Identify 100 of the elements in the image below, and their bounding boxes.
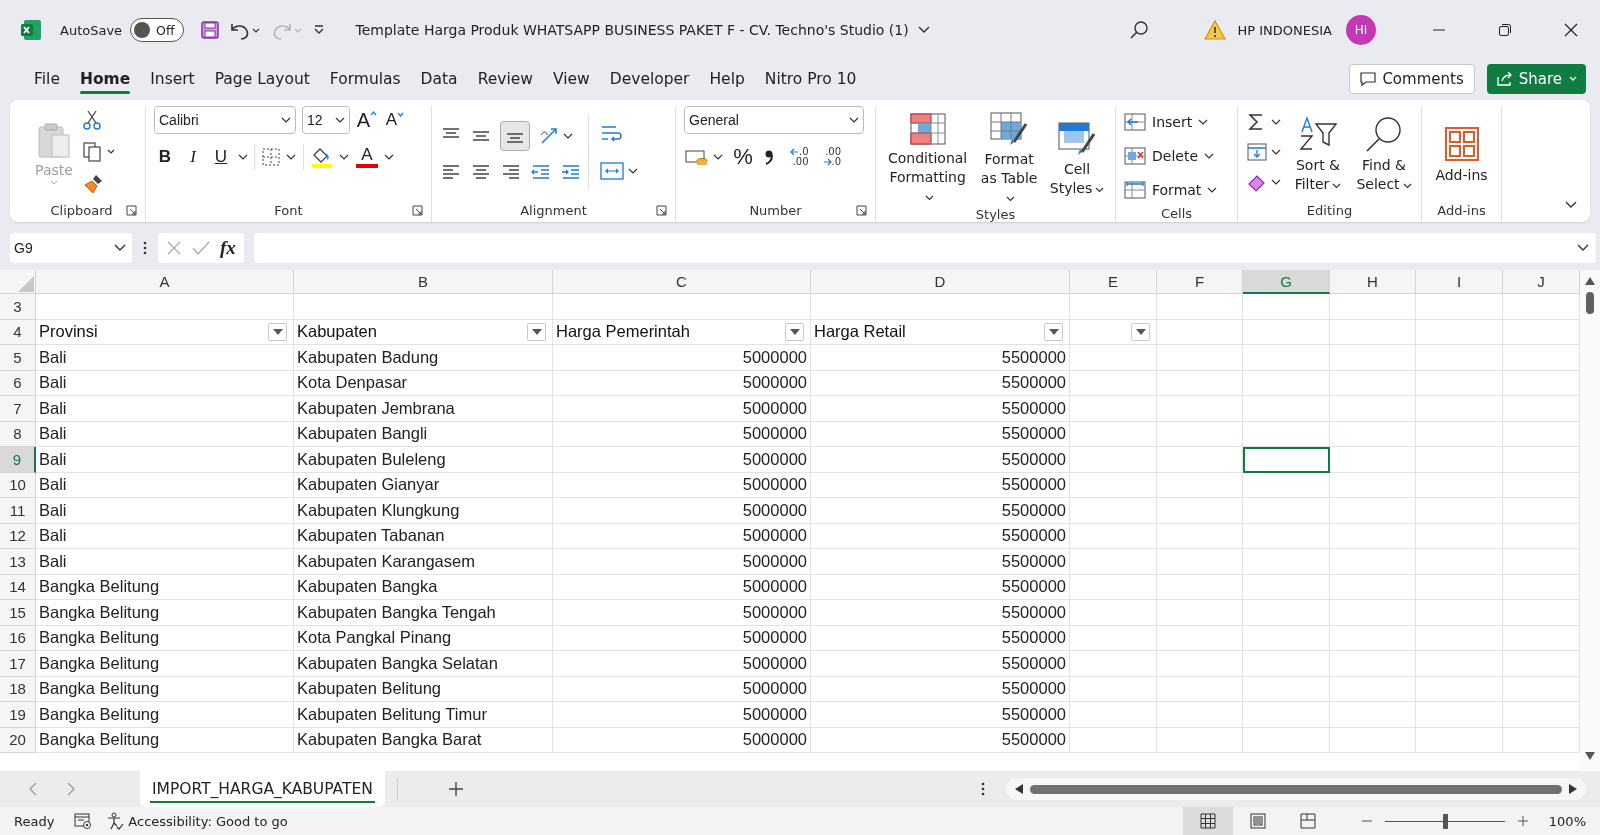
bottom-align-icon[interactable]: [500, 121, 530, 151]
table-cell[interactable]: 5000000: [553, 702, 811, 728]
table-cell[interactable]: [553, 294, 811, 320]
menu-tab[interactable]: Page Layout: [206, 64, 318, 94]
format-painter-icon[interactable]: [82, 173, 104, 195]
table-cell[interactable]: [1157, 600, 1243, 626]
scroll-right-icon[interactable]: [1568, 783, 1578, 795]
table-cell[interactable]: [1070, 727, 1157, 753]
column-header[interactable]: G: [1243, 270, 1330, 294]
table-cell[interactable]: [1330, 727, 1416, 753]
table-cell[interactable]: Bangka Belitung: [36, 676, 294, 702]
table-cell[interactable]: Bangka Belitung: [36, 574, 294, 600]
table-cell[interactable]: [1416, 472, 1503, 498]
table-cell[interactable]: Kabupaten Belitung: [294, 676, 553, 702]
table-cell[interactable]: 5000000: [553, 651, 811, 677]
column-header[interactable]: D: [811, 270, 1070, 294]
table-cell[interactable]: Kabupaten: [294, 319, 553, 345]
table-cell[interactable]: [1070, 345, 1157, 371]
menu-tab[interactable]: Help: [701, 64, 753, 94]
table-cell[interactable]: Harga Pemerintah: [553, 319, 811, 345]
row-header[interactable]: 4: [0, 319, 36, 345]
filter-button[interactable]: [785, 322, 804, 341]
table-cell[interactable]: Bangka Belitung: [36, 702, 294, 728]
table-cell[interactable]: 5000000: [553, 600, 811, 626]
table-cell[interactable]: Bali: [36, 396, 294, 422]
table-cell[interactable]: Kabupaten Belitung Timur: [294, 702, 553, 728]
table-cell[interactable]: 5000000: [553, 345, 811, 371]
warning-icon[interactable]: [1203, 20, 1226, 40]
table-cell[interactable]: [1330, 447, 1416, 473]
table-cell[interactable]: 5500000: [811, 345, 1070, 371]
table-cell[interactable]: Harga Retail: [811, 319, 1070, 345]
table-cell[interactable]: [1416, 447, 1503, 473]
table-cell[interactable]: [1416, 676, 1503, 702]
table-cell[interactable]: [1070, 625, 1157, 651]
table-cell[interactable]: [1157, 625, 1243, 651]
filter-button[interactable]: [1044, 322, 1063, 341]
table-cell[interactable]: Kabupaten Jembrana: [294, 396, 553, 422]
table-cell[interactable]: Kabupaten Karangasem: [294, 549, 553, 575]
restore-icon[interactable]: [1498, 23, 1512, 37]
table-cell[interactable]: [1070, 421, 1157, 447]
grow-font-button[interactable]: A: [356, 108, 378, 132]
column-header[interactable]: H: [1330, 270, 1416, 294]
table-cell[interactable]: Kabupaten Bangka Selatan: [294, 651, 553, 677]
table-cell[interactable]: [1243, 523, 1330, 549]
sheet-tab[interactable]: IMPORT_HARGA_KABUPATEN: [140, 771, 385, 807]
table-cell[interactable]: 5500000: [811, 396, 1070, 422]
table-cell[interactable]: Bali: [36, 370, 294, 396]
table-cell[interactable]: [1416, 294, 1503, 320]
table-cell[interactable]: [1070, 498, 1157, 524]
underline-button[interactable]: U: [210, 147, 232, 167]
table-cell[interactable]: [1070, 370, 1157, 396]
table-cell[interactable]: 5500000: [811, 676, 1070, 702]
expand-formula-icon[interactable]: [1576, 243, 1590, 253]
scroll-down-icon[interactable]: [1584, 751, 1596, 761]
table-cell[interactable]: [1157, 345, 1243, 371]
column-header[interactable]: F: [1157, 270, 1243, 294]
scissors-icon[interactable]: [82, 109, 102, 131]
table-cell[interactable]: Kabupaten Bangka Tengah: [294, 600, 553, 626]
table-cell[interactable]: Bali: [36, 472, 294, 498]
font-name-dropdown[interactable]: Calibri: [154, 106, 296, 134]
table-cell[interactable]: [1330, 702, 1416, 728]
table-cell[interactable]: Bangka Belitung: [36, 625, 294, 651]
table-cell[interactable]: Provinsi: [36, 319, 294, 345]
row-header[interactable]: 15: [0, 600, 36, 626]
table-cell[interactable]: [1157, 319, 1243, 345]
table-cell[interactable]: 5500000: [811, 702, 1070, 728]
increase-decimal-button[interactable]: .0 .00: [790, 147, 809, 167]
conditional-formatting-button[interactable]: Conditional Formatting: [884, 107, 972, 206]
document-title[interactable]: Template Harga Produk WHATSAPP BUSINESS PAKET F - CV. Techno's Studio (1): [355, 22, 909, 38]
table-cell[interactable]: [1157, 651, 1243, 677]
table-cell[interactable]: Bali: [36, 523, 294, 549]
table-cell[interactable]: [1157, 498, 1243, 524]
table-cell[interactable]: [1243, 702, 1330, 728]
table-cell[interactable]: [1330, 370, 1416, 396]
autosum-icon[interactable]: [1246, 112, 1282, 132]
table-cell[interactable]: Kabupaten Badung: [294, 345, 553, 371]
menu-tab[interactable]: Home: [71, 64, 139, 94]
table-cell[interactable]: [1330, 523, 1416, 549]
number-format-dropdown[interactable]: General: [684, 106, 864, 134]
table-cell[interactable]: [1330, 574, 1416, 600]
filter-button[interactable]: [1131, 322, 1150, 341]
table-cell[interactable]: [1070, 396, 1157, 422]
table-cell[interactable]: 5000000: [553, 549, 811, 575]
table-cell[interactable]: [1330, 676, 1416, 702]
table-cell[interactable]: [1243, 625, 1330, 651]
table-cell[interactable]: 5500000: [811, 574, 1070, 600]
table-cell[interactable]: [1243, 676, 1330, 702]
menu-tab[interactable]: File: [26, 64, 68, 94]
table-cell[interactable]: [1157, 472, 1243, 498]
row-header[interactable]: 5: [0, 345, 36, 371]
table-cell[interactable]: [1330, 600, 1416, 626]
menu-tab[interactable]: View: [544, 64, 598, 94]
row-header[interactable]: 9: [0, 447, 36, 473]
scrollbar-thumb[interactable]: [1586, 292, 1594, 314]
dialog-launcher-icon[interactable]: [126, 205, 137, 216]
table-cell[interactable]: [36, 294, 294, 320]
table-cell[interactable]: Bali: [36, 447, 294, 473]
add-sheet-icon[interactable]: [447, 781, 464, 797]
table-cell[interactable]: [1157, 523, 1243, 549]
format-as-table-button[interactable]: Format as Table: [977, 106, 1041, 207]
